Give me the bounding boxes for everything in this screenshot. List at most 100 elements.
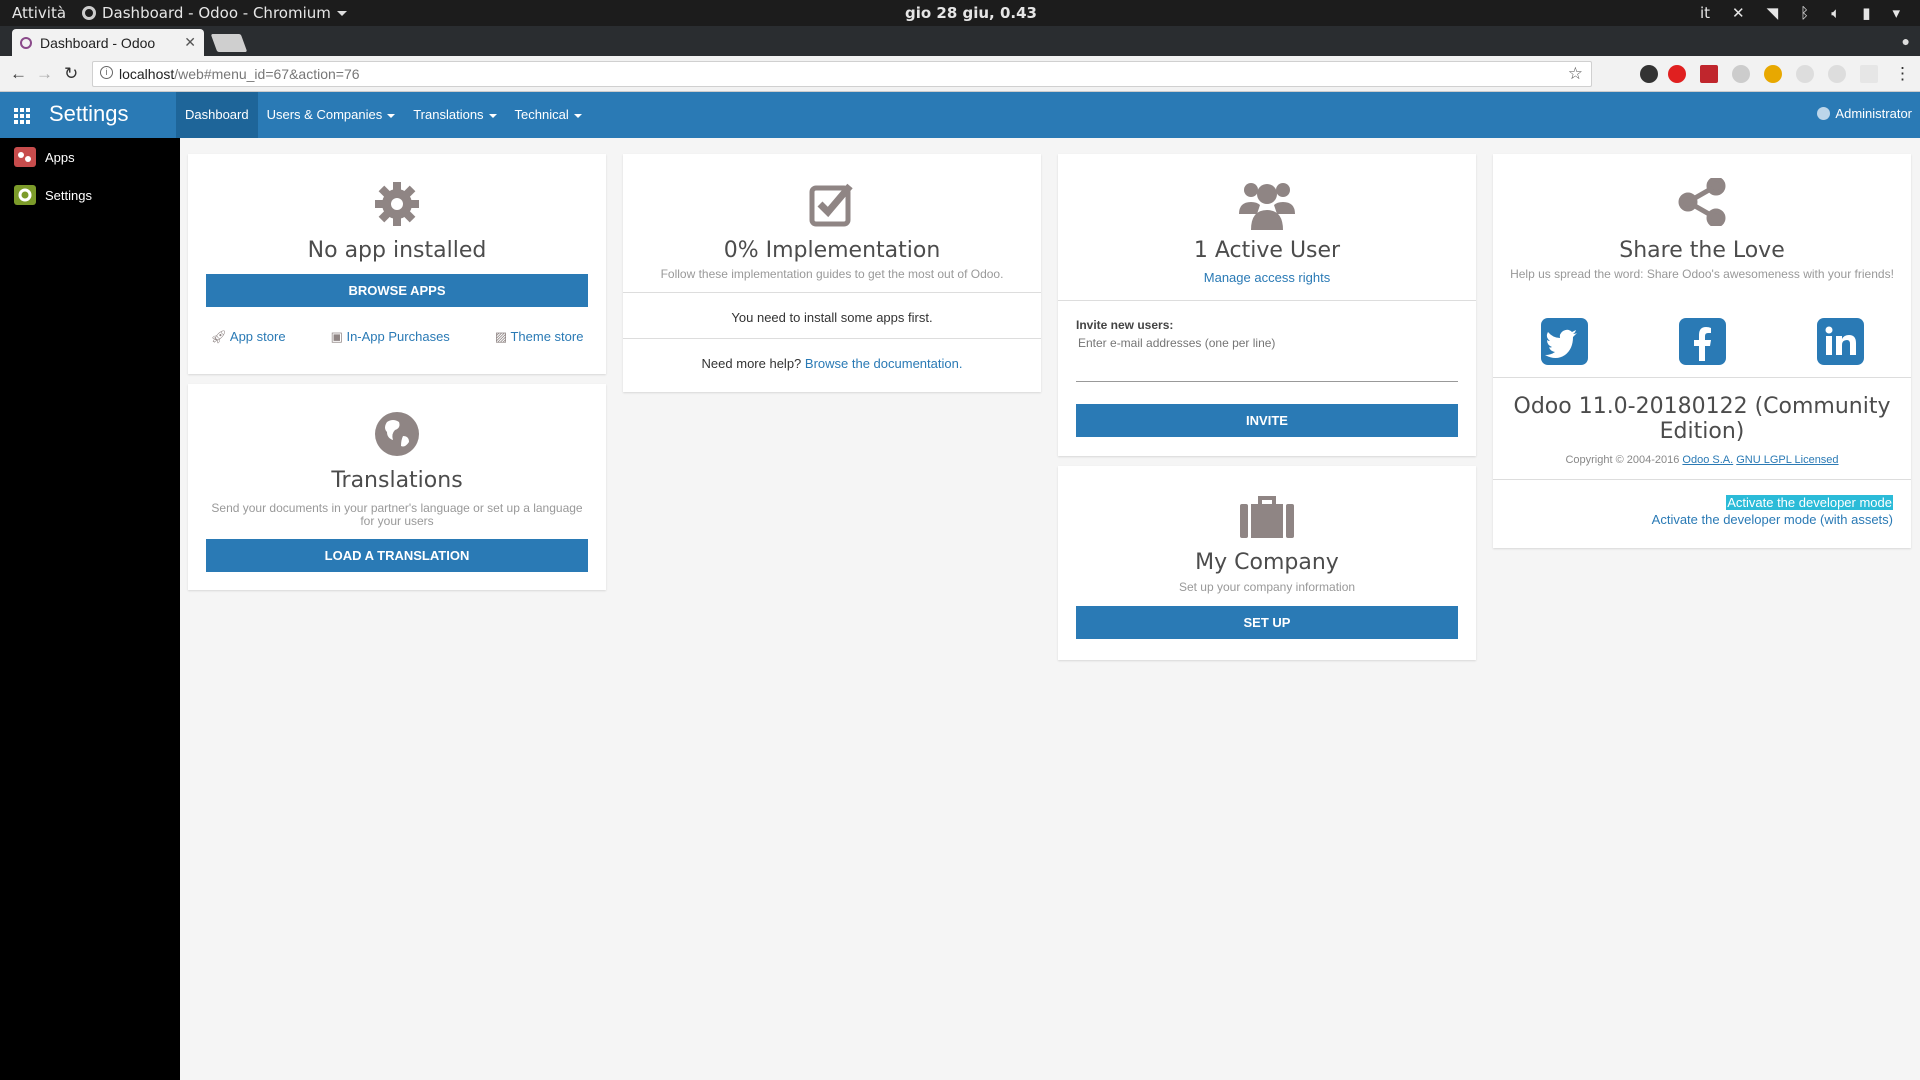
browse-apps-button[interactable]: BROWSE APPS <box>206 274 588 307</box>
odoo-top-nav: Settings Dashboard Users & Companies Tra… <box>0 92 1920 138</box>
documentation-link[interactable]: Browse the documentation. <box>805 356 963 371</box>
browser-tab-bar: Dashboard - Odoo ✕ ● <box>0 26 1920 56</box>
link-label: In-App Purchases <box>346 329 450 344</box>
sidebar-item-settings[interactable]: Settings <box>0 176 180 214</box>
share-card: Share the Love Help us spread the word: … <box>1493 154 1911 548</box>
menu-technical[interactable]: Technical <box>506 92 591 138</box>
address-bar[interactable]: i localhost/web#menu_id=67&action=76 ☆ <box>92 61 1592 87</box>
opera-extension-icon[interactable] <box>1668 65 1686 83</box>
menu-translations[interactable]: Translations <box>404 92 505 138</box>
card-title: 0% Implementation <box>723 238 941 263</box>
card-title: Translations <box>331 468 463 493</box>
sidebar-item-apps[interactable]: Apps <box>0 138 180 176</box>
browser-tab[interactable]: Dashboard - Odoo ✕ <box>12 29 204 56</box>
menu-label: Technical <box>514 107 569 122</box>
card-title: Share the Love <box>1619 238 1785 263</box>
sidebar-item-label: Settings <box>45 187 92 203</box>
menu-users-companies[interactable]: Users & Companies <box>258 92 405 138</box>
activate-developer-mode-assets-link[interactable]: Activate the developer mode (with assets… <box>1652 512 1893 527</box>
menu-label: Users & Companies <box>266 107 383 122</box>
extension-icon[interactable] <box>1640 65 1658 83</box>
new-tab-button[interactable] <box>210 34 248 52</box>
divider <box>1493 479 1911 480</box>
extension-icon[interactable] <box>1700 65 1718 83</box>
avatar <box>1817 107 1831 120</box>
activate-developer-mode-link[interactable]: Activate the developer mode <box>1726 495 1893 510</box>
translations-card: Translations Send your documents in your… <box>188 384 606 590</box>
twitter-icon <box>1545 329 1577 358</box>
briefcase-icon <box>1240 496 1294 538</box>
linkedin-share-button[interactable] <box>1817 318 1864 365</box>
invite-email-input[interactable] <box>1076 332 1458 382</box>
app-switcher-icon[interactable] <box>14 108 30 124</box>
close-tab-icon[interactable]: ✕ <box>184 34 196 51</box>
extension-icon[interactable] <box>1860 65 1878 83</box>
chromium-icon <box>82 6 96 20</box>
chevron-down-icon <box>336 10 347 16</box>
tab-title: Dashboard - Odoo <box>40 34 156 51</box>
rocket-icon: 🚀︎ <box>210 329 230 344</box>
share-icon <box>1678 178 1726 226</box>
license-link[interactable]: GNU LGPL Licensed <box>1736 454 1838 466</box>
divider <box>623 292 1041 293</box>
activities-button[interactable]: Attività <box>12 4 66 22</box>
app-brand[interactable]: Settings <box>49 101 129 127</box>
volume-icon: 🔈︎ <box>1831 4 1841 22</box>
set-up-company-button[interactable]: SET UP <box>1076 606 1458 639</box>
facebook-icon <box>1694 327 1711 361</box>
theme-store-link[interactable]: ▨ Theme store <box>495 329 584 345</box>
company-card: My Company Set up your company informati… <box>1058 466 1476 660</box>
extension-icon[interactable] <box>1796 65 1814 83</box>
facebook-share-button[interactable] <box>1679 318 1726 365</box>
manage-access-rights-link[interactable]: Manage access rights <box>1058 270 1476 285</box>
url-path: /web#menu_id=67&action=76 <box>174 66 360 82</box>
reload-icon[interactable]: ↻ <box>64 64 78 84</box>
chevron-down-icon: ▾ <box>1892 4 1900 22</box>
picture-icon: ▨ <box>494 329 511 344</box>
app-store-link[interactable]: 🚀︎ App store <box>211 329 286 345</box>
apps-card: No app installed BROWSE APPS 🚀︎ App stor… <box>188 154 606 374</box>
globe-icon <box>375 412 419 456</box>
odoo-favicon-icon <box>20 36 32 49</box>
browser-menu-icon[interactable]: ⋮ <box>1894 64 1911 84</box>
money-icon: ▣ <box>330 329 347 344</box>
forward-icon[interactable]: → <box>36 64 53 84</box>
link-label: App store <box>229 329 286 344</box>
menu-dashboard[interactable]: Dashboard <box>176 92 258 138</box>
copyright-text: Copyright © 2004-2016 <box>1565 454 1680 466</box>
dashboard-content: No app installed BROWSE APPS 🚀︎ App stor… <box>180 138 1920 1080</box>
extension-icon[interactable] <box>1828 65 1846 83</box>
odoo-sa-link[interactable]: Odoo S.A. <box>1682 454 1733 466</box>
caret-down-icon <box>573 113 582 118</box>
language-indicator[interactable]: it <box>1700 4 1710 22</box>
linkedin-icon <box>1825 326 1856 355</box>
user-menu[interactable]: Administrator <box>1817 106 1912 121</box>
card-title: My Company <box>1195 550 1339 575</box>
sidebar: Apps Settings <box>0 138 180 1080</box>
profile-icon[interactable]: ● <box>1902 33 1910 49</box>
bluetooth-icon: ᛒ <box>1800 4 1810 22</box>
system-tray[interactable]: it ✕ ◥ ᛒ 🔈︎ ▮ ▾ <box>1700 4 1900 22</box>
browser-toolbar: ← → ↻ i localhost/web#menu_id=67&action=… <box>0 56 1920 92</box>
extension-icon[interactable] <box>1732 65 1750 83</box>
card-subtitle: Send your documents in your partner's la… <box>211 501 583 528</box>
card-subtitle: Follow these implementation guides to ge… <box>660 267 1004 281</box>
in-app-purchases-link[interactable]: ▣ In-App Purchases <box>331 329 450 345</box>
app-menu[interactable]: Dashboard - Odoo - Chromium <box>82 4 347 22</box>
gear-icon <box>375 182 419 226</box>
info-icon[interactable]: i <box>100 66 113 79</box>
link-label: Theme store <box>510 329 584 344</box>
back-icon[interactable]: ← <box>10 64 27 84</box>
load-translation-button[interactable]: LOAD A TRANSLATION <box>206 539 588 572</box>
invite-label: Invite new users: <box>1076 318 1174 332</box>
help-prefix: Need more help? <box>701 356 802 371</box>
clock[interactable]: gio 28 giu, 0.43 <box>905 4 1037 22</box>
extension-icon[interactable] <box>1764 65 1782 83</box>
install-notice: You need to install some apps first. <box>731 310 933 325</box>
twitter-share-button[interactable] <box>1541 318 1588 365</box>
battery-icon: ▮ <box>1862 4 1871 22</box>
os-top-bar: Attività Dashboard - Odoo - Chromium gio… <box>0 0 1920 26</box>
bookmark-star-icon[interactable]: ☆ <box>1568 64 1583 84</box>
caret-down-icon <box>488 113 497 118</box>
invite-button[interactable]: INVITE <box>1076 404 1458 437</box>
